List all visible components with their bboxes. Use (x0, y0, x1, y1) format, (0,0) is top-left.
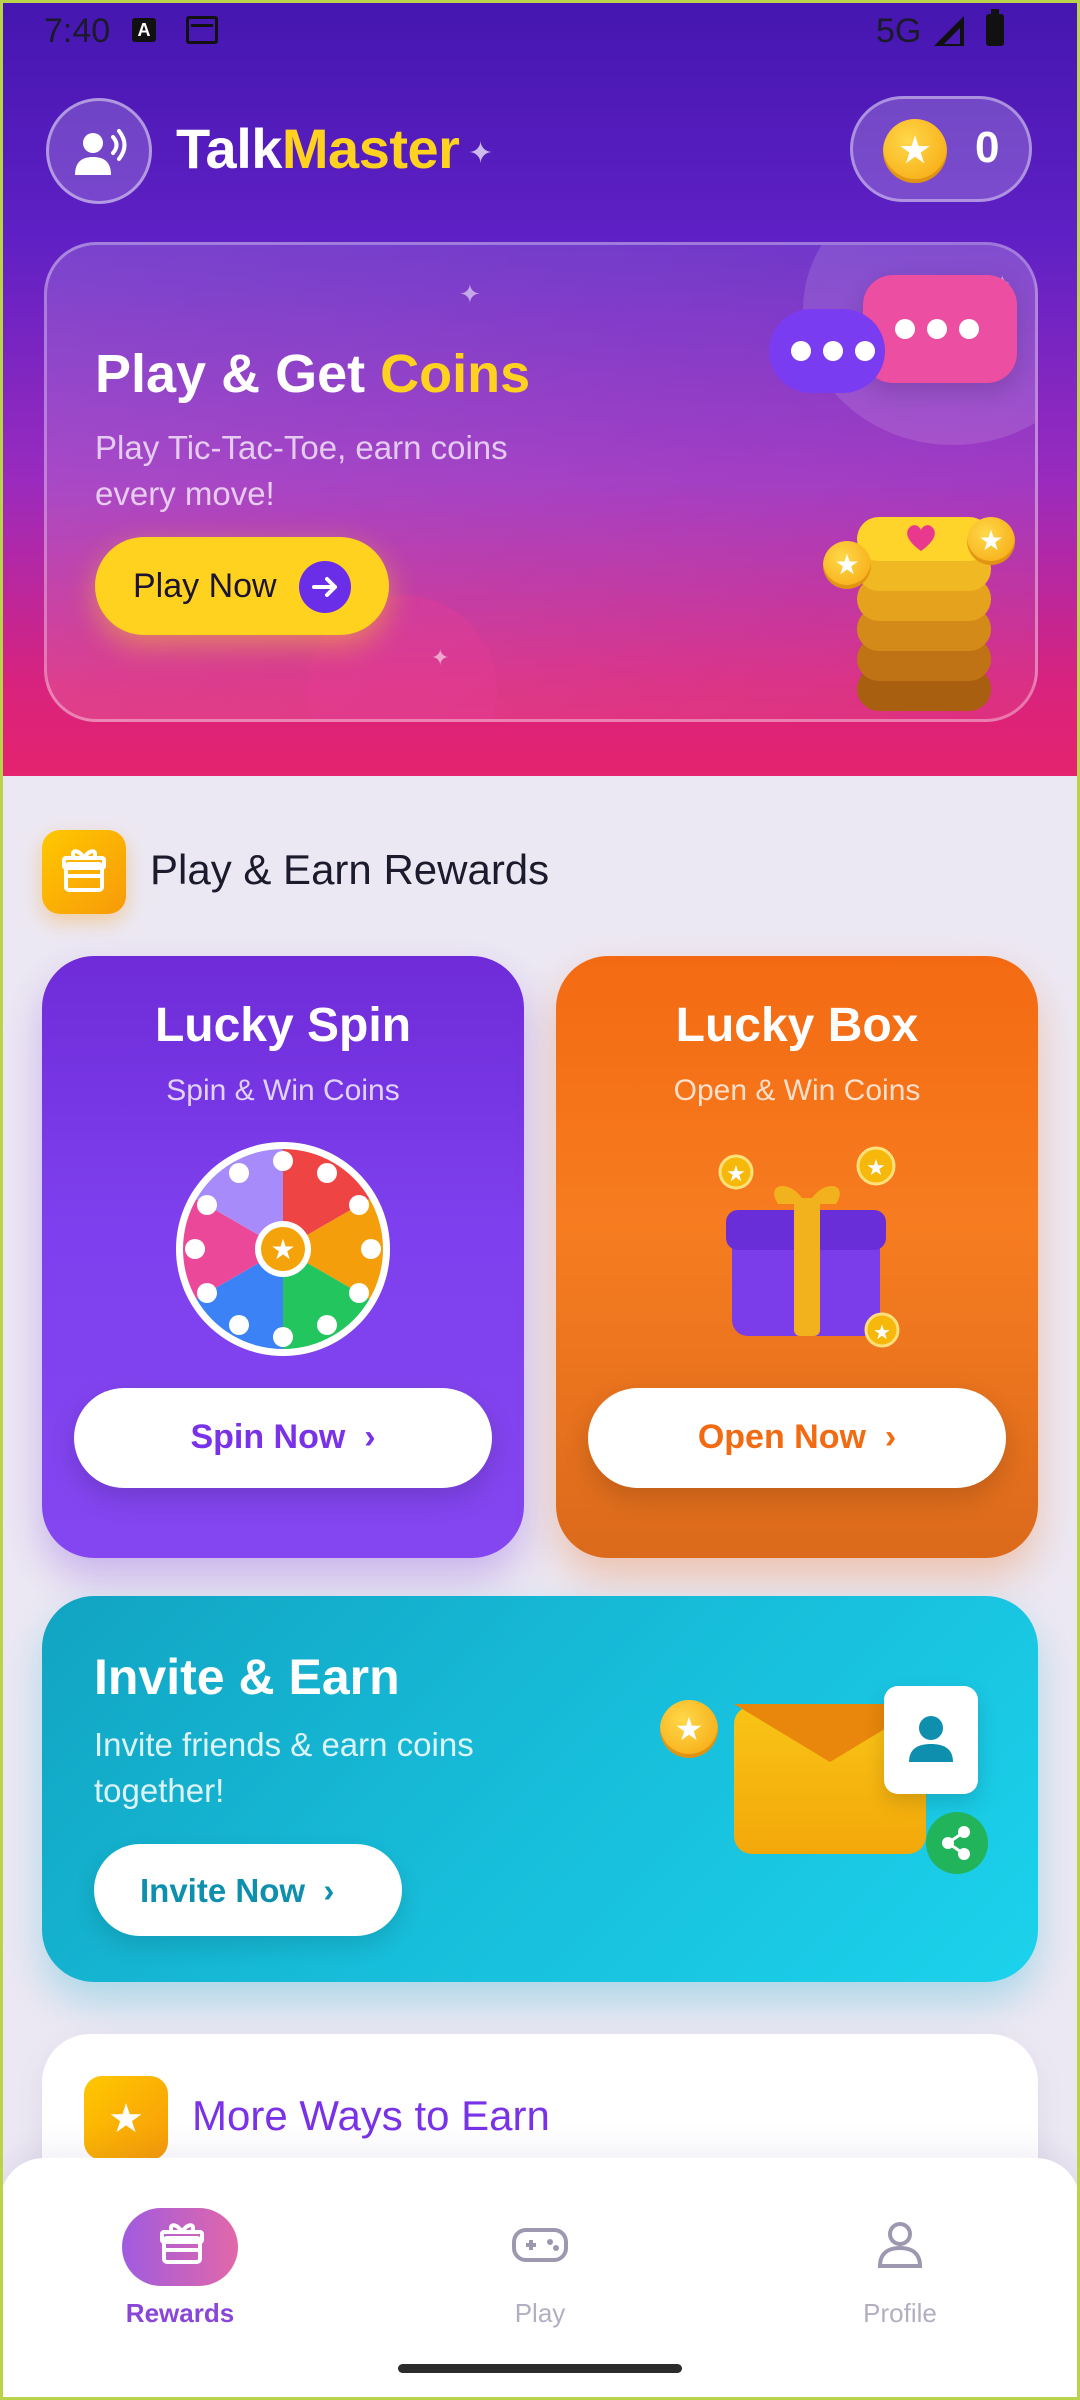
nav-item-profile[interactable]: Profile (790, 2188, 1010, 2338)
invite-now-button[interactable]: Invite Now › (94, 1844, 402, 1936)
app-title-part1: Talk (176, 117, 282, 180)
gift-box-icon: ★ ★ ★ (718, 1146, 900, 1348)
status-time: 7:40 (44, 12, 111, 50)
sparkle-icon: ✦ (431, 645, 450, 670)
notification-a-icon: A (132, 18, 156, 42)
invite-subtitle: Invite friends & earn coins together! (94, 1726, 474, 1809)
network-type: 5G (876, 12, 922, 50)
speaking-person-icon (75, 129, 127, 175)
app-title: TalkMaster (176, 116, 460, 181)
gift-icon (42, 830, 126, 914)
star-icon: ★ (84, 2076, 168, 2160)
hero-section: 7:40 A 5G TalkMaster ✦ ★ 0 ✦ ✦ ✦ (0, 0, 1080, 776)
rewards-section-header: Play & Earn Rewards (42, 830, 1042, 914)
card-title: Lucky Box (675, 999, 919, 1052)
open-now-label: Open Now › (697, 1418, 897, 1456)
svg-text:★: ★ (726, 1161, 746, 1186)
home-indicator[interactable] (398, 2364, 682, 2373)
promo-subtitle: Play Tic-Tac-Toe, earn coins every move! (95, 429, 508, 512)
svg-text:★: ★ (108, 2097, 144, 2141)
app-logo[interactable] (46, 98, 152, 204)
user-icon (884, 1686, 978, 1794)
coin-count: 0 (975, 123, 1000, 172)
gamepad-icon (512, 2228, 568, 2262)
promo-banner: ✦ ✦ ✦ Play & Get Coins Play Tic-Tac-Toe,… (44, 242, 1038, 722)
chat-bubble-icon (863, 275, 1017, 383)
coin-balance[interactable]: ★ 0 (850, 96, 1032, 202)
card-subtitle: Spin & Win Coins (166, 1074, 400, 1107)
arrow-right-icon (299, 561, 351, 613)
promo-title: Play & Get Coins (95, 344, 531, 404)
more-ways-title: More Ways to Earn (192, 2092, 550, 2139)
svg-text:★: ★ (866, 1155, 886, 1180)
calendar-icon (186, 16, 218, 44)
nav-label: Profile (863, 2298, 937, 2328)
svg-text:★: ★ (270, 1234, 295, 1265)
share-icon (926, 1812, 988, 1874)
chat-bubble-icon (769, 309, 885, 393)
star-coin-icon: ★ (660, 1700, 718, 1758)
card-subtitle: Open & Win Coins (673, 1074, 921, 1107)
play-now-label: Play Now (133, 567, 277, 605)
open-now-button[interactable]: Open Now › (588, 1388, 1006, 1488)
sparkle-icon: ✦ (459, 279, 481, 309)
section-title: Play & Earn Rewards (150, 846, 550, 893)
status-bar: 7:40 A 5G (0, 0, 1080, 62)
nav-label: Play (514, 2298, 566, 2328)
invite-title: Invite & Earn (94, 1649, 400, 1705)
star-coin-icon: ★ (883, 119, 947, 183)
nav-item-rewards[interactable]: Rewards (70, 2188, 290, 2338)
user-icon (877, 2222, 923, 2268)
spin-wheel-icon: ★ (176, 1142, 390, 1356)
nav-label: Rewards (125, 2298, 235, 2328)
play-now-button[interactable]: Play Now (95, 537, 389, 635)
lucky-spin-card[interactable]: Lucky Spin Spin & Win Coins ★ Spin Now › (42, 956, 524, 1558)
app-header: TalkMaster ✦ ★ 0 (0, 96, 1080, 206)
svg-text:★: ★ (873, 1322, 891, 1344)
card-title: Lucky Spin (154, 999, 412, 1052)
nav-item-play[interactable]: Play (430, 2188, 650, 2338)
spin-now-button[interactable]: Spin Now › (74, 1388, 492, 1488)
app-title-part2: Master (281, 117, 460, 180)
gift-icon (160, 2223, 204, 2264)
invite-now-label: Invite Now › (140, 1872, 335, 1909)
sparkle-icon: ✦ (468, 137, 494, 170)
invite-card[interactable]: Invite & Earn Invite friends & earn coin… (42, 1596, 1038, 1982)
lucky-box-card[interactable]: Lucky Box Open & Win Coins ★ ★ ★ Open No… (556, 956, 1038, 1558)
spin-now-label: Spin Now › (190, 1418, 376, 1456)
battery-icon (986, 9, 1004, 46)
